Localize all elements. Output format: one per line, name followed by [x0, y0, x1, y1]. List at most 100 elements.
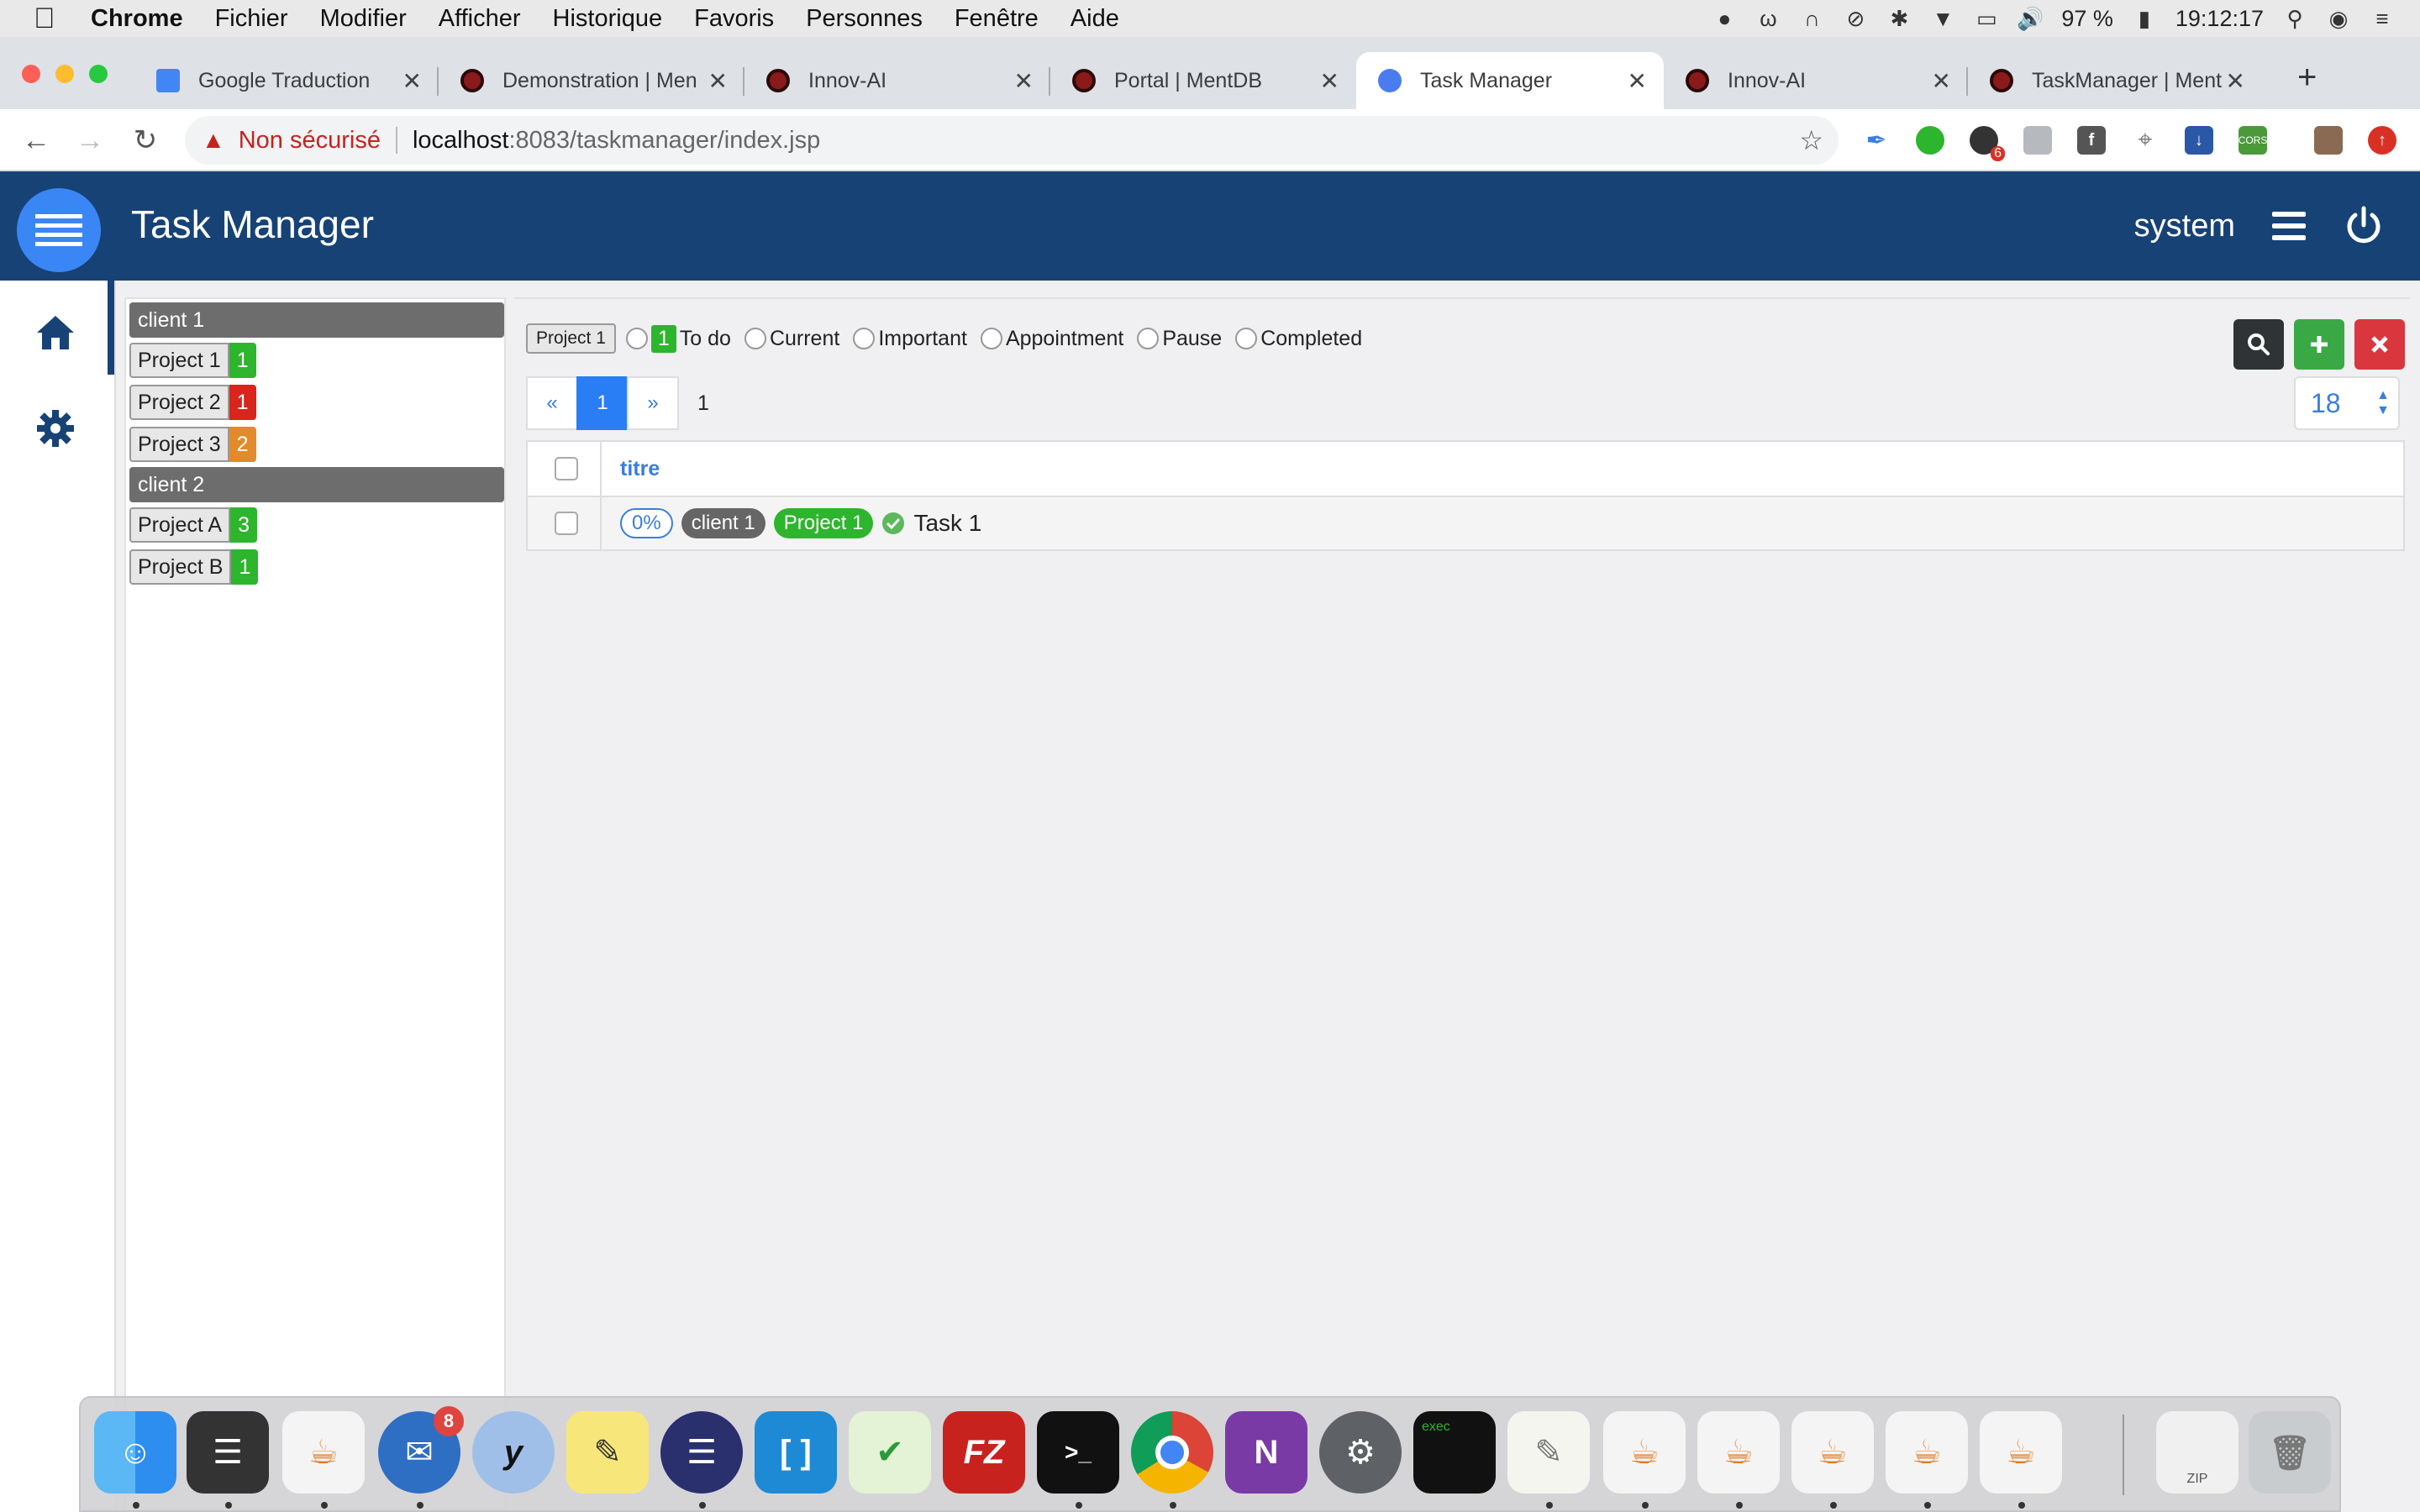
select-all-checkbox[interactable] — [555, 457, 578, 480]
java-app-icon[interactable]: ☕ — [1791, 1411, 1874, 1494]
project-row-project-3[interactable]: Project 3 2 — [129, 427, 256, 462]
home-icon[interactable] — [34, 311, 77, 354]
app-menu-button[interactable] — [17, 188, 101, 272]
menu-aide[interactable]: Aide — [1071, 5, 1119, 33]
hamburger-menu-icon[interactable] — [2272, 212, 2306, 240]
finder-icon[interactable]: ☺ — [94, 1411, 176, 1494]
close-tab-icon[interactable]: ✕ — [1932, 67, 1951, 95]
siri-icon[interactable]: ◉ — [2326, 6, 2351, 31]
java-app-icon[interactable]: ☕ — [1980, 1411, 2062, 1494]
tab-task-manager[interactable]: Task Manager ✕ — [1356, 52, 1664, 109]
tab-innov-ai-2[interactable]: Innov-AI ✕ — [1664, 52, 1968, 109]
filter-todo-radio[interactable] — [625, 328, 648, 349]
pagination-page-1[interactable]: 1 — [576, 376, 629, 430]
notification-center-icon[interactable]: ≡ — [2370, 6, 2395, 31]
table-row[interactable]: 0% client 1 Project 1 Task 1 — [528, 497, 2403, 549]
project-button[interactable]: Project 3 — [129, 427, 229, 462]
wifi-icon[interactable]: ▼ — [1930, 6, 1955, 31]
filter-todo[interactable]: 1 To do — [625, 324, 731, 353]
tab-portal-mentdb[interactable]: Portal | MentDB ✕ — [1050, 52, 1356, 109]
java-app-icon[interactable]: ☕ — [1603, 1411, 1686, 1494]
java-app-icon[interactable]: ☕ — [1886, 1411, 1968, 1494]
address-bar[interactable]: ▲ Non sécurisé localhost :8083/taskmanag… — [185, 116, 1839, 165]
close-tab-icon[interactable]: ✕ — [1320, 67, 1339, 95]
trash-icon[interactable]: 🗑 — [2249, 1411, 2331, 1494]
profile-avatar[interactable] — [2314, 126, 2343, 155]
system-preferences-icon[interactable]: ⚙ — [1319, 1411, 1402, 1494]
task-title[interactable]: Task 1 — [913, 510, 981, 537]
exec-terminal-icon[interactable]: exec — [1413, 1411, 1496, 1494]
server-list-icon[interactable]: ☰ — [187, 1411, 269, 1494]
menu-fenetre[interactable]: Fenêtre — [955, 5, 1039, 33]
speech-bubble-icon[interactable]: ● — [1712, 6, 1737, 31]
w-icon[interactable]: ω — [1755, 6, 1781, 31]
tab-taskmanager-mentdb[interactable]: TaskManager | Ment ✕ — [1968, 52, 2262, 109]
delete-button[interactable] — [2354, 319, 2405, 370]
menu-favoris[interactable]: Favoris — [694, 5, 774, 33]
green-extension-icon[interactable] — [1916, 126, 1944, 155]
feather-extension-icon[interactable]: ✒ — [1862, 126, 1891, 155]
image-extension-icon[interactable] — [2023, 126, 2052, 155]
page-size-stepper[interactable]: 18 ▲ ▼ — [2294, 376, 2400, 430]
project-button[interactable]: Project 2 — [129, 385, 229, 420]
filezilla-icon[interactable]: FZ — [943, 1411, 1025, 1494]
textedit-icon[interactable]: ✎ — [1507, 1411, 1590, 1494]
java-app-icon[interactable]: ☕ — [282, 1411, 365, 1494]
forward-arrow-icon[interactable]: → — [69, 119, 111, 161]
security-status[interactable]: Non sécurisé — [239, 127, 381, 155]
stickies-icon[interactable]: ✎ — [566, 1411, 649, 1494]
tasks-checklist-icon[interactable]: ✔ — [849, 1411, 931, 1494]
project-button[interactable]: Project B — [129, 549, 232, 585]
clock[interactable]: 19:12:17 — [2175, 6, 2264, 32]
filter-completed-radio[interactable] — [1235, 328, 1258, 349]
stepper-arrows-icon[interactable]: ▲ ▼ — [2376, 388, 2390, 418]
thunderbird-icon[interactable]: ✉ 8 — [378, 1406, 464, 1494]
tab-google-traduction[interactable]: Google Traduction ✕ — [134, 52, 439, 109]
filter-pause-radio[interactable] — [1137, 328, 1160, 349]
arch-icon[interactable]: ∩ — [1799, 6, 1824, 31]
new-tab-button[interactable]: + — [2297, 59, 2317, 97]
eclipse-icon[interactable]: ☰ — [660, 1411, 743, 1494]
filter-important-radio[interactable] — [853, 328, 876, 349]
current-user[interactable]: system — [2134, 208, 2235, 244]
close-tab-icon[interactable]: ✕ — [402, 67, 422, 95]
no-entry-icon[interactable]: ⊘ — [1843, 6, 1868, 31]
update-extension-icon[interactable]: ↑ — [2368, 126, 2396, 155]
filter-pause[interactable]: Pause — [1137, 327, 1222, 351]
row-checkbox[interactable] — [555, 512, 578, 535]
project-row-project-a[interactable]: Project A 3 — [129, 507, 257, 543]
terminal-icon[interactable]: >_ — [1037, 1411, 1119, 1494]
airplay-icon[interactable]: ▭ — [1974, 6, 1999, 31]
client-row-client-2[interactable]: client 2 — [129, 467, 504, 502]
yed-icon[interactable]: y — [472, 1411, 555, 1494]
facebook-extension-icon[interactable]: f — [2077, 126, 2106, 155]
tab-innov-ai[interactable]: Innov-AI ✕ — [744, 52, 1050, 109]
chrome-icon[interactable] — [1131, 1411, 1213, 1494]
minimize-window-button[interactable] — [55, 65, 74, 83]
bookmark-star-icon[interactable]: ☆ — [1799, 124, 1823, 156]
apple-icon[interactable]:  — [34, 3, 67, 35]
menu-fichier[interactable]: Fichier — [215, 5, 288, 33]
project-row-project-2[interactable]: Project 2 1 — [129, 385, 256, 420]
pagination-next[interactable]: » — [627, 376, 679, 430]
menu-historique[interactable]: Historique — [553, 5, 663, 33]
menu-app-chrome[interactable]: Chrome — [91, 5, 183, 33]
project-button[interactable]: Project 1 — [129, 343, 229, 378]
filter-appointment-radio[interactable] — [980, 328, 1002, 349]
cors-extension-icon[interactable]: CORS — [2238, 126, 2267, 155]
close-tab-icon[interactable]: ✕ — [2226, 67, 2245, 95]
client-row-client-1[interactable]: client 1 — [129, 302, 504, 338]
project-button[interactable]: Project A — [129, 507, 231, 543]
close-tab-icon[interactable]: ✕ — [1014, 67, 1034, 95]
filter-completed[interactable]: Completed — [1235, 327, 1362, 351]
selected-project-chip[interactable]: Project 1 — [526, 323, 616, 354]
download-extension-icon[interactable]: ↓ — [2185, 126, 2213, 155]
bluetooth-icon[interactable]: ✱ — [1886, 6, 1912, 31]
back-arrow-icon[interactable]: ← — [15, 119, 57, 161]
project-row-project-b[interactable]: Project B 1 — [129, 549, 259, 585]
brackets-icon[interactable]: [ ] — [755, 1411, 837, 1494]
close-window-button[interactable] — [22, 65, 40, 83]
zoom-window-button[interactable] — [89, 65, 108, 83]
volume-icon[interactable]: 🔊 — [2017, 6, 2044, 31]
warning-icon[interactable]: ▲ — [202, 127, 225, 154]
